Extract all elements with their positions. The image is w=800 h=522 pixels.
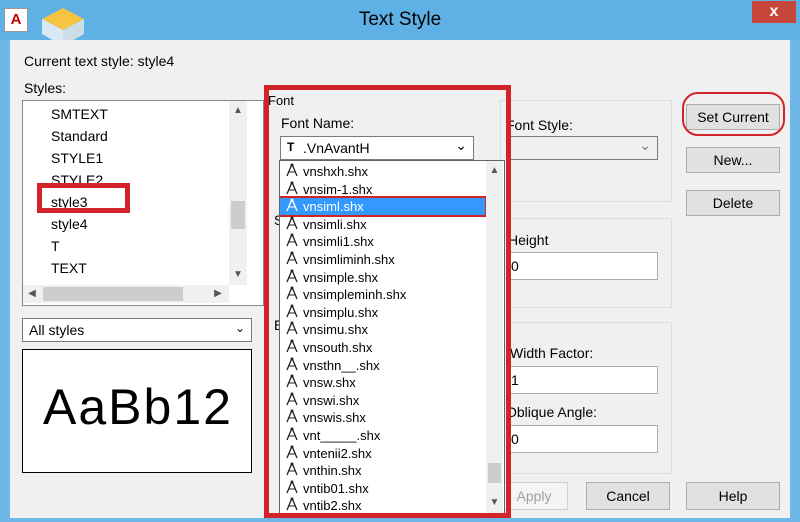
oblique-angle-value: 0	[511, 431, 519, 447]
current-style-value: style4	[137, 53, 175, 69]
current-style-label: Current text style:	[24, 53, 134, 69]
scroll-thumb[interactable]	[231, 201, 245, 229]
dialog-client-area: Current text style: style4 Styles: SMTEX…	[10, 40, 790, 518]
style-filter-dropdown[interactable]: All styles ⌄	[22, 318, 252, 342]
preview-text: AaBb12	[43, 379, 233, 435]
delete-label: Delete	[712, 195, 754, 211]
help-button[interactable]: Help	[686, 482, 780, 510]
height-input[interactable]: 0	[506, 252, 658, 280]
width-factor-label: Width Factor:	[510, 345, 594, 361]
height-label: Height	[508, 232, 549, 248]
dialog-window: A Text Style x Current text style: style…	[0, 0, 800, 522]
current-style-line: Current text style: style4	[24, 53, 174, 69]
style-item[interactable]: STYLE1	[51, 150, 103, 166]
style-filter-value: All styles	[29, 322, 85, 338]
scroll-left-icon[interactable]: ◀	[25, 288, 39, 299]
width-factor-input[interactable]: 1	[506, 366, 658, 394]
width-factor-value: 1	[511, 372, 519, 388]
style-item[interactable]: style4	[51, 216, 88, 232]
annotation-box-font	[264, 85, 511, 518]
scroll-down-icon[interactable]: ▼	[229, 269, 247, 280]
chevron-down-icon: ⌄	[639, 137, 651, 153]
oblique-angle-input[interactable]: 0	[506, 425, 658, 453]
styles-vertical-scrollbar[interactable]: ▲ ▼	[229, 101, 247, 285]
hscroll-thumb[interactable]	[43, 287, 183, 301]
style-item[interactable]: TEXT	[51, 260, 87, 276]
help-label: Help	[718, 488, 748, 504]
style-item[interactable]: SMTEXT	[51, 106, 108, 122]
scroll-up-icon[interactable]: ▲	[229, 105, 247, 116]
chevron-down-icon: ⌄	[234, 321, 245, 335]
annotation-oval-set-current	[682, 92, 785, 136]
dialog-title: Text Style	[358, 9, 442, 30]
style-item[interactable]: Standard	[51, 128, 108, 144]
oblique-angle-label: Oblique Angle:	[506, 404, 598, 420]
styles-label: Styles:	[24, 80, 67, 96]
font-style-dropdown[interactable]: ⌄	[506, 136, 658, 160]
delete-button[interactable]: Delete	[686, 190, 780, 216]
close-button[interactable]: x	[752, 1, 796, 23]
new-button[interactable]: New...	[686, 147, 780, 173]
scroll-right-icon[interactable]: ▶	[211, 288, 225, 299]
preview-box: AaBb12	[22, 349, 252, 473]
styles-horizontal-scrollbar[interactable]: ◀ ▶	[23, 285, 229, 303]
new-label: New...	[713, 152, 753, 168]
annotation-box-style3	[37, 183, 130, 213]
height-value: 0	[511, 258, 519, 274]
title-bar[interactable]: A Text Style x	[0, 0, 800, 46]
cancel-label: Cancel	[606, 488, 650, 504]
close-icon: x	[769, 3, 779, 20]
font-style-label: Font Style:	[506, 117, 573, 133]
cancel-button[interactable]: Cancel	[586, 482, 670, 510]
style-item[interactable]: T	[51, 238, 60, 254]
